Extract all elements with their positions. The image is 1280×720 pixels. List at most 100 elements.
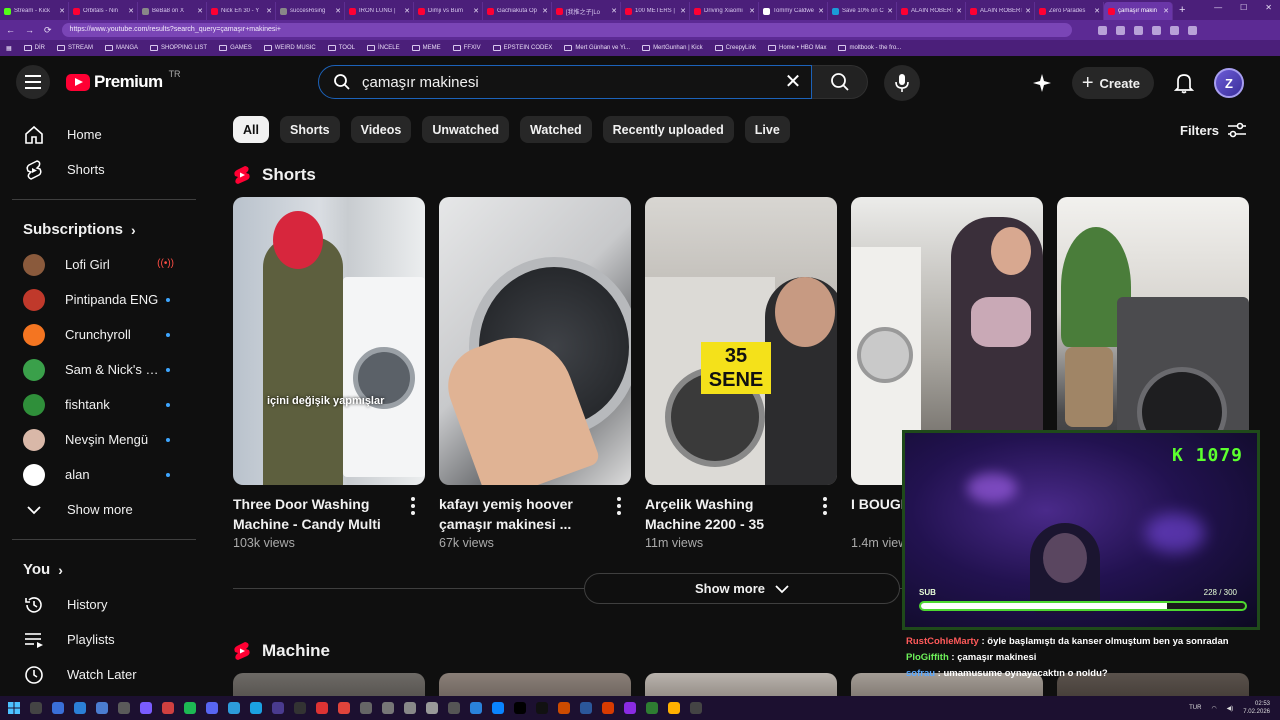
taskbar-app-icon[interactable]: [426, 702, 438, 714]
tab-close-icon[interactable]: ✕: [197, 7, 206, 15]
bookmark-item[interactable]: MertGunhan | Kick: [642, 45, 703, 51]
bookmark-item[interactable]: Mert Günhan ve Yi...: [564, 45, 630, 51]
tab-close-icon[interactable]: ✕: [404, 7, 413, 15]
browser-tab[interactable]: Save 10% on C ✕: [828, 2, 897, 20]
more-options-icon[interactable]: [823, 497, 827, 515]
taskbar-app-icon[interactable]: [492, 702, 504, 714]
subscription-item[interactable]: Lofi Girl ((•)): [12, 247, 196, 282]
short-card[interactable]: 35 SENE Arçelik Washing Machine 2200 - 35…: [645, 197, 837, 550]
taskbar-app-icon[interactable]: [646, 702, 658, 714]
short-title[interactable]: Arçelik Washing Machine 2200 - 35 Years …: [645, 494, 805, 534]
taskbar-app-icon[interactable]: [470, 702, 482, 714]
browser-tab[interactable]: Stream - Kick ✕: [0, 2, 69, 20]
taskbar-app-icon[interactable]: [580, 702, 592, 714]
taskbar-app-icon[interactable]: [162, 702, 174, 714]
short-thumbnail[interactable]: [439, 197, 631, 485]
bookmark-item[interactable]: GAMES: [219, 45, 252, 51]
forward-icon[interactable]: →: [25, 25, 34, 35]
subscription-item[interactable]: Sam & Nick's Per...: [12, 352, 196, 387]
taskbar-app-icon[interactable]: [118, 702, 130, 714]
filters-button[interactable]: Filters: [1180, 116, 1247, 144]
browser-tab[interactable]: 100 METERS | ✕: [621, 2, 690, 20]
tab-close-icon[interactable]: ✕: [59, 7, 68, 15]
subscription-item[interactable]: Crunchyroll: [12, 317, 196, 352]
bookmark-item[interactable]: moltbook - the fro...: [838, 45, 901, 51]
taskbar-app-icon[interactable]: [558, 702, 570, 714]
taskbar-app-icon[interactable]: [316, 702, 328, 714]
filter-chip[interactable]: Live: [744, 116, 790, 143]
extension-icon[interactable]: [1115, 25, 1125, 35]
taskbar-app-icon[interactable]: [30, 702, 42, 714]
search-box[interactable]: ✕: [318, 65, 812, 99]
browser-tab[interactable]: ALAIN ROBERT ✕: [897, 2, 966, 20]
tab-close-icon[interactable]: ✕: [473, 7, 482, 15]
maximize-icon[interactable]: ☐: [1240, 3, 1247, 12]
tab-close-icon[interactable]: ✕: [818, 7, 827, 15]
browser-tab[interactable]: Orbitals - Nin ✕: [69, 2, 138, 20]
taskbar-app-icon[interactable]: [404, 702, 416, 714]
tab-close-icon[interactable]: ✕: [956, 7, 965, 15]
tab-close-icon[interactable]: ✕: [1163, 7, 1172, 15]
taskbar-app-icon[interactable]: [140, 702, 152, 714]
browser-tab[interactable]: succesRising ✕: [276, 2, 345, 20]
sidebar-item-history[interactable]: History: [12, 587, 196, 622]
bookmark-item[interactable]: TOOL: [327, 45, 355, 51]
account-avatar[interactable]: Z: [1214, 68, 1244, 98]
wifi-icon[interactable]: ◠: [1211, 705, 1216, 712]
subscriptions-header[interactable]: Subscriptions ›: [12, 212, 196, 247]
extension-icon[interactable]: [1097, 25, 1107, 35]
extension-icon[interactable]: [1187, 25, 1197, 35]
more-options-icon[interactable]: [411, 497, 415, 515]
search-button[interactable]: [812, 65, 868, 99]
taskbar-app-icon[interactable]: [52, 702, 64, 714]
reload-icon[interactable]: ⟳: [44, 25, 52, 36]
clear-search-icon[interactable]: ✕: [783, 72, 803, 92]
show-more-shorts-button[interactable]: Show more: [584, 573, 900, 604]
extension-icon[interactable]: [1169, 25, 1179, 35]
bookmark-item[interactable]: DİR: [23, 45, 45, 51]
taskbar-app-icon[interactable]: [206, 702, 218, 714]
bookmark-item[interactable]: Home • HBO Max: [768, 45, 826, 51]
you-header[interactable]: You ›: [12, 552, 196, 587]
guide-menu-button[interactable]: [16, 65, 50, 99]
create-button[interactable]: + Create: [1071, 67, 1154, 99]
taskbar-app-icon[interactable]: [250, 702, 262, 714]
search-input[interactable]: [362, 73, 762, 91]
bookmark-item[interactable]: MANGA: [105, 45, 138, 51]
tab-close-icon[interactable]: ✕: [749, 7, 758, 15]
taskbar-app-icon[interactable]: [184, 702, 196, 714]
taskbar-app-icon[interactable]: [338, 702, 350, 714]
subscription-item[interactable]: fishtank: [12, 387, 196, 422]
browser-tab[interactable]: BeBa8 on X ✕: [138, 2, 207, 20]
taskbar-app-icon[interactable]: [272, 702, 284, 714]
taskbar-app-icon[interactable]: [448, 702, 460, 714]
tab-close-icon[interactable]: ✕: [887, 7, 896, 15]
new-tab-icon[interactable]: +: [1179, 4, 1185, 16]
browser-tab[interactable]: ALAIN ROBERT ✕: [966, 2, 1035, 20]
tab-close-icon[interactable]: ✕: [611, 7, 620, 15]
taskbar-app-icon[interactable]: [74, 702, 86, 714]
bookmark-item[interactable]: STREAM: [57, 45, 93, 51]
short-title[interactable]: Three Door Washing Machine - Candy Multi…: [233, 494, 393, 534]
sidebar-item-home[interactable]: Home: [12, 117, 196, 152]
url-input[interactable]: https://www.youtube.com/results?search_q…: [61, 23, 1072, 37]
notifications-button[interactable]: [1166, 65, 1202, 101]
subscription-item[interactable]: alan: [12, 457, 196, 492]
more-options-icon[interactable]: [617, 497, 621, 515]
bookmark-item[interactable]: FFXIV: [452, 45, 481, 51]
tab-close-icon[interactable]: ✕: [1025, 7, 1034, 15]
short-title[interactable]: kafayı yemiş hoover çamaşır makinesi ...: [439, 494, 599, 534]
tab-close-icon[interactable]: ✕: [542, 7, 551, 15]
tab-close-icon[interactable]: ✕: [266, 7, 275, 15]
sidebar-item-watch-later[interactable]: Watch Later: [12, 657, 196, 692]
filter-chip[interactable]: Shorts: [279, 116, 340, 143]
taskbar-app-icon[interactable]: [514, 702, 526, 714]
keyboard-language[interactable]: TUR: [1189, 705, 1201, 711]
taskbar-app-icon[interactable]: [96, 702, 108, 714]
browser-tab[interactable]: Gachiakuta Op ✕: [483, 2, 552, 20]
filter-chip[interactable]: Videos: [350, 116, 412, 143]
short-thumbnail[interactable]: 35 SENE: [645, 197, 837, 485]
filter-chip[interactable]: Recently uploaded: [602, 116, 734, 143]
taskbar-app-icon[interactable]: [536, 702, 548, 714]
short-thumbnail[interactable]: içini değişik yapmışlar: [233, 197, 425, 485]
